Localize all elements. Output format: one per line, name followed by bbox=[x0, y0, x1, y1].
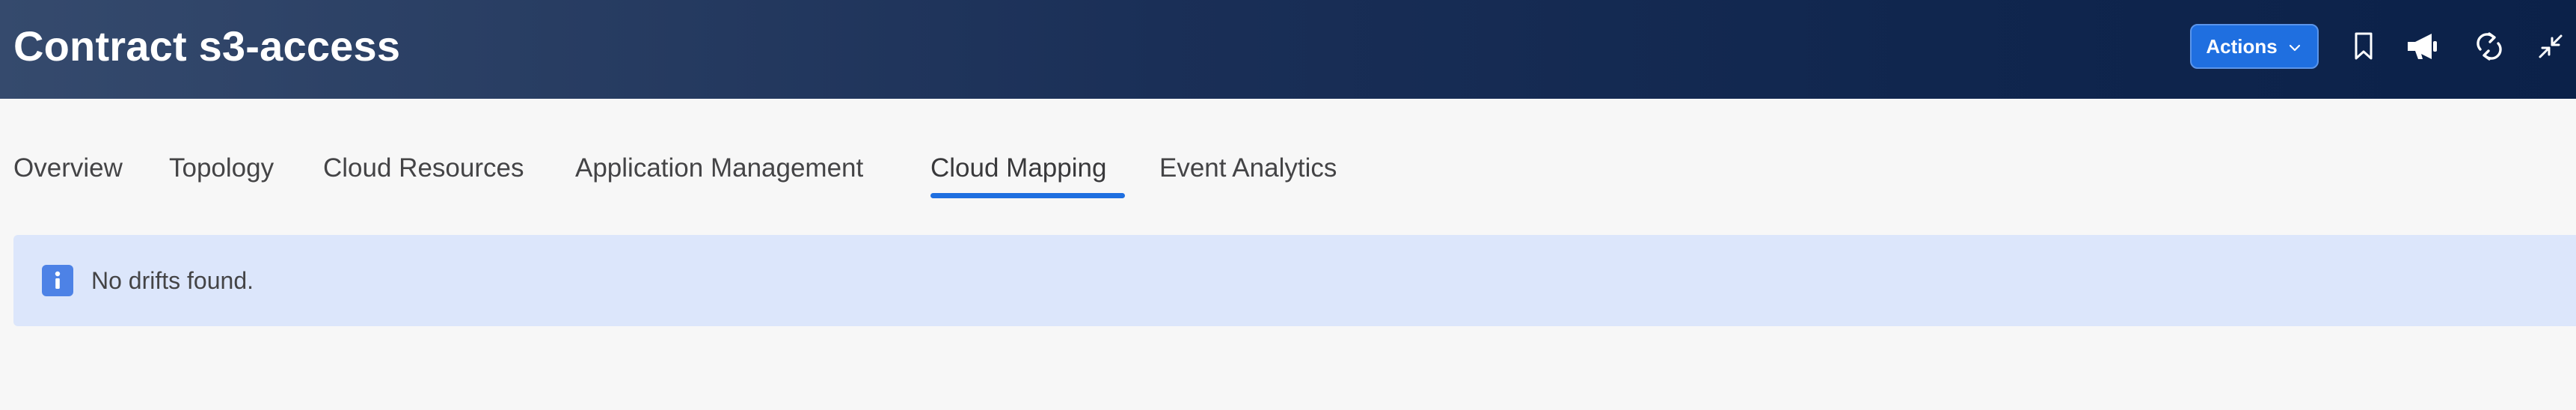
actions-button-label: Actions bbox=[2206, 34, 2278, 58]
collapse-icon[interactable] bbox=[2531, 27, 2570, 66]
info-alert: No drifts found. bbox=[13, 235, 2576, 326]
megaphone-icon[interactable] bbox=[2403, 27, 2442, 66]
tab-event-analytics[interactable]: Event Analytics bbox=[1159, 142, 1337, 195]
tab-application-management[interactable]: Application Management bbox=[575, 142, 863, 195]
tab-topology[interactable]: Topology bbox=[169, 142, 274, 195]
info-icon bbox=[42, 265, 73, 296]
actions-button[interactable]: Actions bbox=[2190, 24, 2319, 69]
alert-message: No drifts found. bbox=[91, 267, 254, 294]
chevron-down-icon bbox=[2287, 38, 2303, 55]
page-title: Contract s3-access bbox=[13, 22, 401, 70]
refresh-icon[interactable] bbox=[2470, 27, 2509, 66]
bookmark-icon[interactable] bbox=[2344, 27, 2383, 66]
tab-bar: Overview Topology Cloud Resources Applic… bbox=[0, 142, 2576, 202]
page-header: Contract s3-access Actions bbox=[0, 0, 2576, 99]
tab-cloud-resources[interactable]: Cloud Resources bbox=[323, 142, 524, 195]
tab-cloud-mapping[interactable]: Cloud Mapping bbox=[930, 142, 1106, 195]
active-tab-indicator bbox=[930, 193, 1125, 198]
tab-overview[interactable]: Overview bbox=[13, 142, 123, 195]
